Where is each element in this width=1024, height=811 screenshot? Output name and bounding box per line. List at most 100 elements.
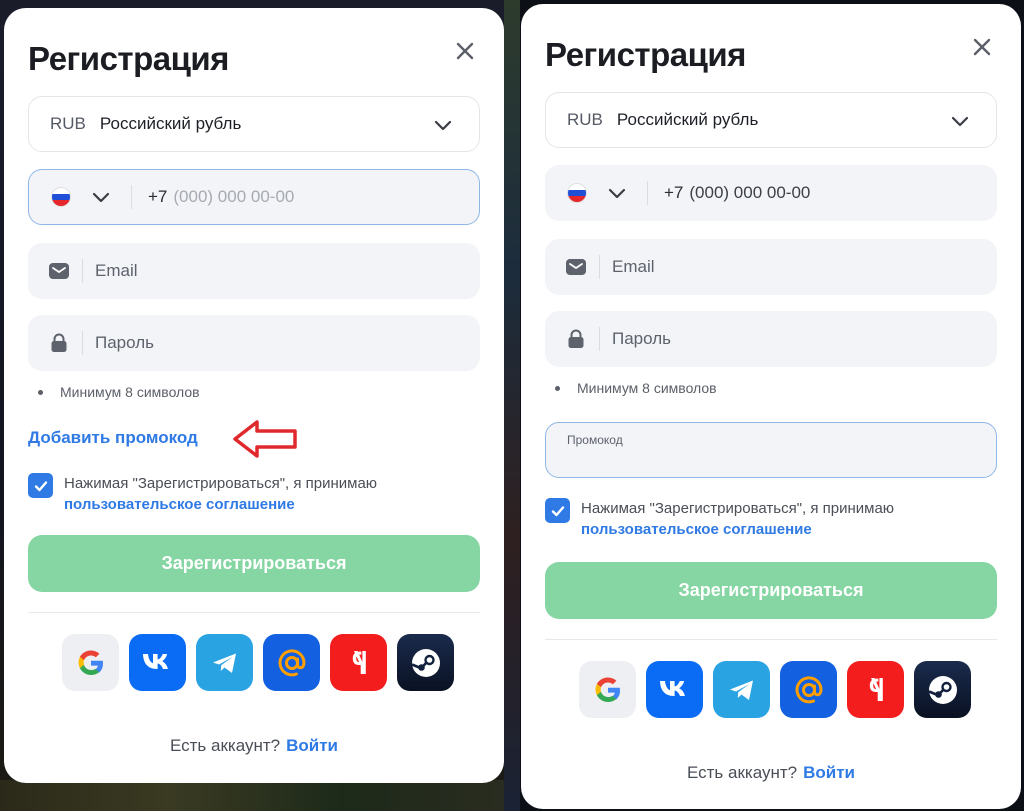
agreement-text: Нажимая "Зарегистрироваться", я принимаю (64, 475, 378, 492)
social-login-row (62, 634, 454, 691)
password-hint: Минимум 8 символов (555, 380, 717, 396)
vk-icon (659, 680, 685, 696)
checkmark-icon (34, 480, 47, 491)
close-icon[interactable] (969, 34, 995, 60)
red-arrow-annotation-icon (233, 420, 297, 458)
background-edge (504, 0, 520, 811)
steam-icon (928, 675, 957, 704)
lock-icon (568, 329, 584, 348)
user-agreement-link[interactable]: пользовательское соглашение (64, 494, 377, 515)
google-login-button[interactable] (579, 661, 636, 718)
register-button[interactable]: Зарегистрироваться (28, 535, 480, 592)
steam-login-button[interactable] (397, 634, 454, 691)
login-prompt-text: Есть аккаунт? (169, 736, 281, 755)
currency-select[interactable]: RUB Российский рубль (545, 92, 997, 148)
login-prompt-text: Есть аккаунт? (686, 763, 798, 782)
telegram-icon (729, 680, 753, 700)
divider (599, 255, 600, 279)
email-field[interactable]: Email (545, 239, 997, 295)
social-login-row (579, 661, 971, 718)
checkmark-icon (551, 505, 564, 516)
yandex-icon (352, 650, 366, 674)
login-link[interactable]: Войти (803, 763, 855, 782)
agreement-row: Нажимая "Зарегистрироваться", я принимаю… (28, 473, 377, 515)
divider (82, 331, 83, 355)
background-game-strip (0, 780, 512, 811)
vk-login-button[interactable] (646, 661, 703, 718)
steam-icon (411, 648, 440, 677)
currency-code: RUB (50, 114, 86, 133)
telegram-icon (212, 653, 236, 673)
phone-prefix: +7 (148, 187, 168, 206)
russia-flag-icon[interactable] (51, 187, 71, 207)
password-placeholder: Пароль (95, 333, 154, 352)
currency-select[interactable]: RUB Российский рубль (28, 96, 480, 152)
password-field[interactable]: Пароль (545, 311, 997, 367)
login-link[interactable]: Войти (286, 736, 338, 755)
divider (131, 185, 132, 209)
agreement-text-block: Нажимая "Зарегистрироваться", я принимаю… (64, 473, 377, 515)
user-agreement-link[interactable]: пользовательское соглашение (581, 519, 894, 540)
divider (647, 181, 648, 205)
currency-name: Российский рубль (99, 114, 242, 133)
steam-login-button[interactable] (914, 661, 971, 718)
promocode-input[interactable]: Промокод (545, 422, 997, 478)
telegram-login-button[interactable] (713, 661, 770, 718)
registration-modal-collapsed: Регистрация RUB Российский рубль +7 (000… (4, 8, 504, 783)
yandex-login-button[interactable] (847, 661, 904, 718)
password-field[interactable]: Пароль (28, 315, 480, 371)
agreement-text-block: Нажимая "Зарегистрироваться", я принимаю… (581, 498, 894, 540)
password-hint-text: Минимум 8 символов (577, 380, 717, 396)
phone-field[interactable]: +7 (000) 000 00-00 (28, 169, 480, 225)
login-prompt: Есть аккаунт? Войти (521, 763, 1021, 783)
promocode-label: Промокод (567, 433, 623, 447)
agreement-checkbox[interactable] (545, 498, 570, 523)
modal-title: Регистрация (28, 40, 229, 77)
chevron-down-icon (434, 120, 452, 131)
login-prompt: Есть аккаунт? Войти (4, 736, 504, 756)
currency-name: Российский рубль (616, 110, 759, 129)
envelope-icon (49, 263, 69, 279)
agreement-checkbox[interactable] (28, 473, 53, 498)
phone-placeholder: (000) 000 00-00 (689, 183, 811, 202)
vk-login-button[interactable] (129, 634, 186, 691)
bullet-icon (555, 385, 560, 391)
telegram-login-button[interactable] (196, 634, 253, 691)
bullet-icon (38, 389, 43, 395)
divider (82, 259, 83, 283)
password-hint: Минимум 8 символов (38, 384, 200, 400)
agreement-text: Нажимая "Зарегистрироваться", я принимаю (581, 500, 895, 517)
email-placeholder: Email (95, 261, 138, 280)
register-button[interactable]: Зарегистрироваться (545, 562, 997, 619)
agreement-row: Нажимая "Зарегистрироваться", я принимаю… (545, 498, 894, 540)
currency-code: RUB (567, 110, 603, 129)
phone-field[interactable]: +7 (000) 000 00-00 (545, 165, 997, 221)
mail-ru-icon (795, 675, 823, 703)
mail-ru-login-button[interactable] (263, 634, 320, 691)
add-promocode-link[interactable]: Добавить промокод (28, 428, 198, 448)
chevron-down-icon[interactable] (91, 187, 111, 207)
google-icon (595, 676, 620, 702)
chevron-down-icon (951, 116, 969, 127)
registration-modal-promocode: Регистрация RUB Российский рубль +7 (000… (521, 4, 1021, 809)
chevron-down-icon[interactable] (607, 183, 627, 203)
password-hint-text: Минимум 8 символов (60, 384, 200, 400)
russia-flag-icon[interactable] (567, 183, 587, 203)
google-login-button[interactable] (62, 634, 119, 691)
email-placeholder: Email (612, 257, 655, 276)
close-icon[interactable] (452, 38, 478, 64)
divider (28, 612, 480, 613)
divider (599, 327, 600, 351)
modal-title: Регистрация (545, 36, 746, 73)
email-field[interactable]: Email (28, 243, 480, 299)
mail-ru-icon (278, 648, 306, 676)
yandex-login-button[interactable] (330, 634, 387, 691)
yandex-icon (869, 677, 883, 701)
password-placeholder: Пароль (612, 329, 671, 348)
mail-ru-login-button[interactable] (780, 661, 837, 718)
google-icon (78, 649, 103, 675)
envelope-icon (566, 259, 586, 275)
vk-icon (142, 653, 168, 669)
phone-prefix: +7 (664, 183, 684, 202)
lock-icon (51, 333, 67, 352)
